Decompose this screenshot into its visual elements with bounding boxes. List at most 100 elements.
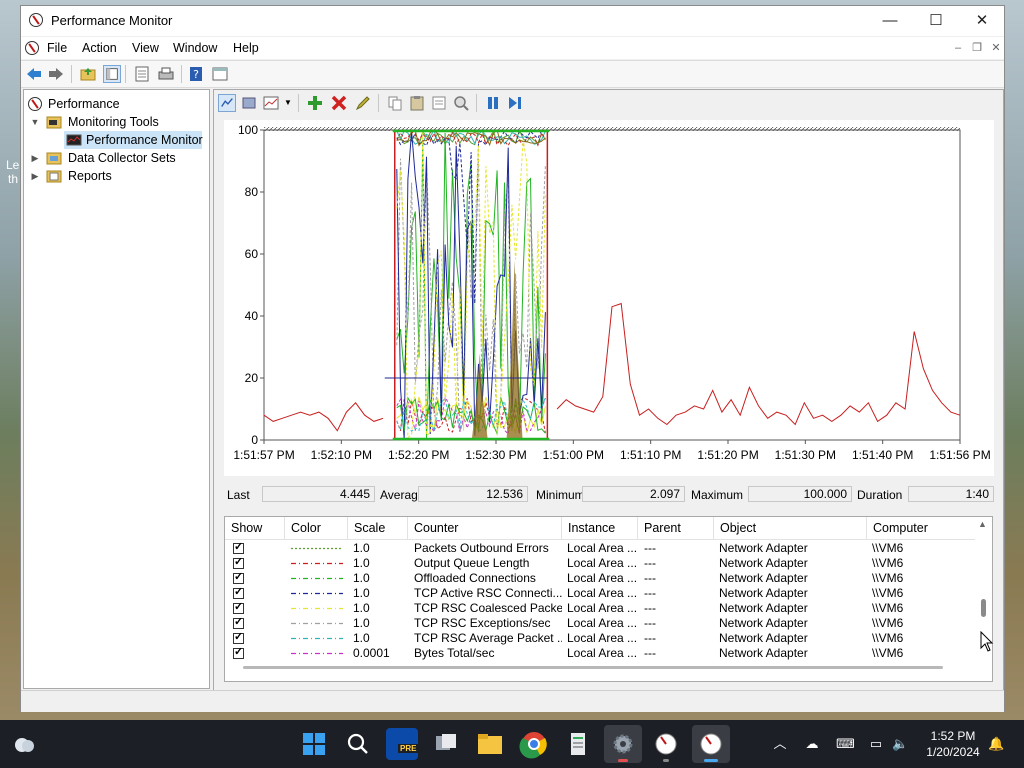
legend-row[interactable]: 1.0 TCP RSC Exceptions/sec Local Area ...-… — [225, 615, 975, 631]
col-object[interactable]: Object — [714, 517, 867, 539]
view-log-data-icon[interactable] — [240, 94, 258, 112]
menu-window[interactable]: Window — [173, 41, 217, 55]
main-toolbar: ? — [21, 60, 1004, 88]
update-data-icon[interactable] — [506, 94, 524, 112]
show-checkbox[interactable] — [233, 540, 244, 555]
minimize-button[interactable]: — — [867, 6, 913, 36]
menu-view[interactable]: View — [132, 41, 159, 55]
delete-counter-icon[interactable] — [330, 94, 348, 112]
graph-type-dropdown-icon[interactable]: ▼ — [284, 98, 292, 107]
perfmon-app-2-icon[interactable] — [692, 725, 730, 763]
legend-row[interactable]: 1.0 TCP Active RSC Connecti... Local Area … — [225, 585, 975, 601]
print-icon[interactable] — [157, 65, 175, 83]
computer-cell: \\VM6 — [872, 601, 904, 615]
y-tick-label: 100 — [238, 123, 258, 137]
notepad-app-icon[interactable] — [562, 728, 594, 760]
show-checkbox[interactable] — [233, 555, 244, 570]
up-folder-icon[interactable] — [79, 65, 97, 83]
scroll-thumb[interactable] — [981, 599, 986, 617]
chevron-down-icon[interactable]: ▼ — [30, 113, 40, 131]
statistics-bar: Last 4.445 Average 12.536 Minimum 2.097 … — [224, 484, 994, 508]
chevron-up-icon[interactable]: ︿ — [772, 736, 788, 752]
start-button-icon[interactable] — [298, 728, 330, 760]
x-tick-label: 1:51:10 PM — [620, 448, 681, 462]
network-icon[interactable]: ▭ — [868, 736, 884, 752]
close-button[interactable]: ✕ — [959, 6, 1005, 36]
view-current-activity-icon[interactable] — [218, 94, 236, 112]
chevron-right-icon[interactable]: ▶ — [30, 149, 40, 167]
legend-row[interactable]: 1.0 Packets Outbound Errors Local Area ...… — [225, 540, 975, 556]
show-hide-tree-icon[interactable] — [103, 65, 121, 83]
svg-text:?: ? — [193, 68, 199, 81]
legend-row[interactable]: 1.0 TCP RSC Average Packet ... Local Area … — [225, 630, 975, 646]
task-view-icon[interactable] — [430, 728, 462, 760]
maximize-button[interactable]: ☐ — [913, 6, 959, 36]
help-icon[interactable]: ? — [187, 65, 205, 83]
add-counter-icon[interactable] — [306, 94, 324, 112]
col-computer[interactable]: Computer — [867, 517, 975, 539]
paste-counter-list-icon[interactable] — [408, 94, 426, 112]
system-menu-icon[interactable] — [25, 41, 39, 55]
zoom-icon[interactable] — [452, 94, 470, 112]
file-explorer-icon[interactable] — [474, 728, 506, 760]
legend-row[interactable]: 1.0 Output Queue Length Local Area ... --- N… — [225, 555, 975, 571]
legend-row[interactable]: 0.0001 Bytes Total/sec Local Area ... --- Ne… — [225, 645, 975, 661]
col-scale[interactable]: Scale — [348, 517, 408, 539]
clock-time[interactable]: 1:52 PM — [918, 729, 988, 743]
mdi-restore-icon[interactable]: ❐ — [969, 41, 985, 55]
perfmon-app-1-icon[interactable] — [650, 728, 682, 762]
perfmon-icon — [28, 97, 42, 111]
properties-icon[interactable] — [430, 94, 448, 112]
clock-date[interactable]: 1/20/2024 — [918, 745, 988, 759]
legend-row[interactable]: 1.0 TCP RSC Coalesced Packe... Local Area … — [225, 600, 975, 616]
col-parent[interactable]: Parent — [638, 517, 714, 539]
show-checkbox[interactable] — [233, 645, 244, 660]
y-tick-label: 60 — [245, 247, 259, 261]
color-swatch — [291, 622, 343, 625]
chrome-icon[interactable] — [518, 728, 550, 760]
menu-action[interactable]: Action — [82, 41, 117, 55]
onedrive-icon[interactable]: ☁ — [804, 736, 820, 752]
settings-app-icon[interactable] — [604, 725, 642, 763]
mdi-close-icon[interactable]: ✕ — [988, 41, 1004, 55]
back-arrow-icon[interactable] — [25, 65, 43, 83]
col-show[interactable]: Show — [225, 517, 285, 539]
legend-row[interactable]: 1.0 Offloaded Connections Local Area ... --… — [225, 570, 975, 586]
tree-item-performance-monitor[interactable]: Performance Monitor — [64, 131, 203, 149]
mdi-minimize-icon[interactable]: – — [950, 41, 966, 55]
properties-icon[interactable] — [211, 65, 229, 83]
scroll-up-icon[interactable]: ▲ — [978, 519, 987, 529]
show-checkbox[interactable] — [233, 630, 244, 645]
menu-help[interactable]: Help — [233, 41, 259, 55]
line-chart[interactable]: 100 80 60 40 20 0 1:51:57 PM 1:52:10 PM 1:52:20 … — [224, 120, 994, 476]
col-color[interactable]: Color — [285, 517, 348, 539]
menu-file[interactable]: File — [47, 41, 67, 55]
show-checkbox[interactable] — [233, 585, 244, 600]
forward-arrow-icon[interactable] — [47, 65, 65, 83]
search-icon[interactable] — [342, 728, 374, 760]
copy-properties-icon[interactable] — [386, 94, 404, 112]
last-value: 4.445 — [262, 486, 375, 502]
object-cell: Network Adapter — [719, 571, 808, 585]
show-checkbox[interactable] — [233, 600, 244, 615]
volume-muted-icon[interactable]: 🔈 — [892, 736, 908, 752]
dev-tools-app-icon[interactable]: PRE — [386, 728, 419, 760]
chart-svg: 100 80 60 40 20 01:51:57 PM 1:52:10 PM 1:52:20 … — [233, 123, 990, 462]
performance-monitor-pane: ▼ 100 80 60 40 20 0 1:51:57 PM 1:52:10 PM 1:52:2… — [213, 89, 1004, 691]
chevron-right-icon[interactable]: ▶ — [30, 167, 40, 185]
weather-cloud-icon[interactable] — [12, 732, 36, 756]
keyboard-icon[interactable]: ⌨ — [836, 736, 855, 752]
horizontal-scrollbar[interactable] — [243, 666, 943, 669]
show-checkbox[interactable] — [233, 570, 244, 585]
col-counter[interactable]: Counter — [408, 517, 562, 539]
freeze-display-icon[interactable] — [484, 94, 502, 112]
title-bar[interactable]: Performance Monitor — ☐ ✕ — [21, 6, 1004, 36]
vertical-scrollbar[interactable]: ▲ — [975, 517, 992, 681]
highlight-pencil-icon[interactable] — [354, 94, 372, 112]
export-list-icon[interactable] — [133, 65, 151, 83]
show-checkbox[interactable] — [233, 615, 244, 630]
pre-badge: PRE — [398, 744, 419, 753]
change-graph-type-icon[interactable] — [262, 94, 280, 112]
col-instance[interactable]: Instance — [562, 517, 638, 539]
notification-bell-icon[interactable]: 🔔 — [988, 736, 1004, 752]
